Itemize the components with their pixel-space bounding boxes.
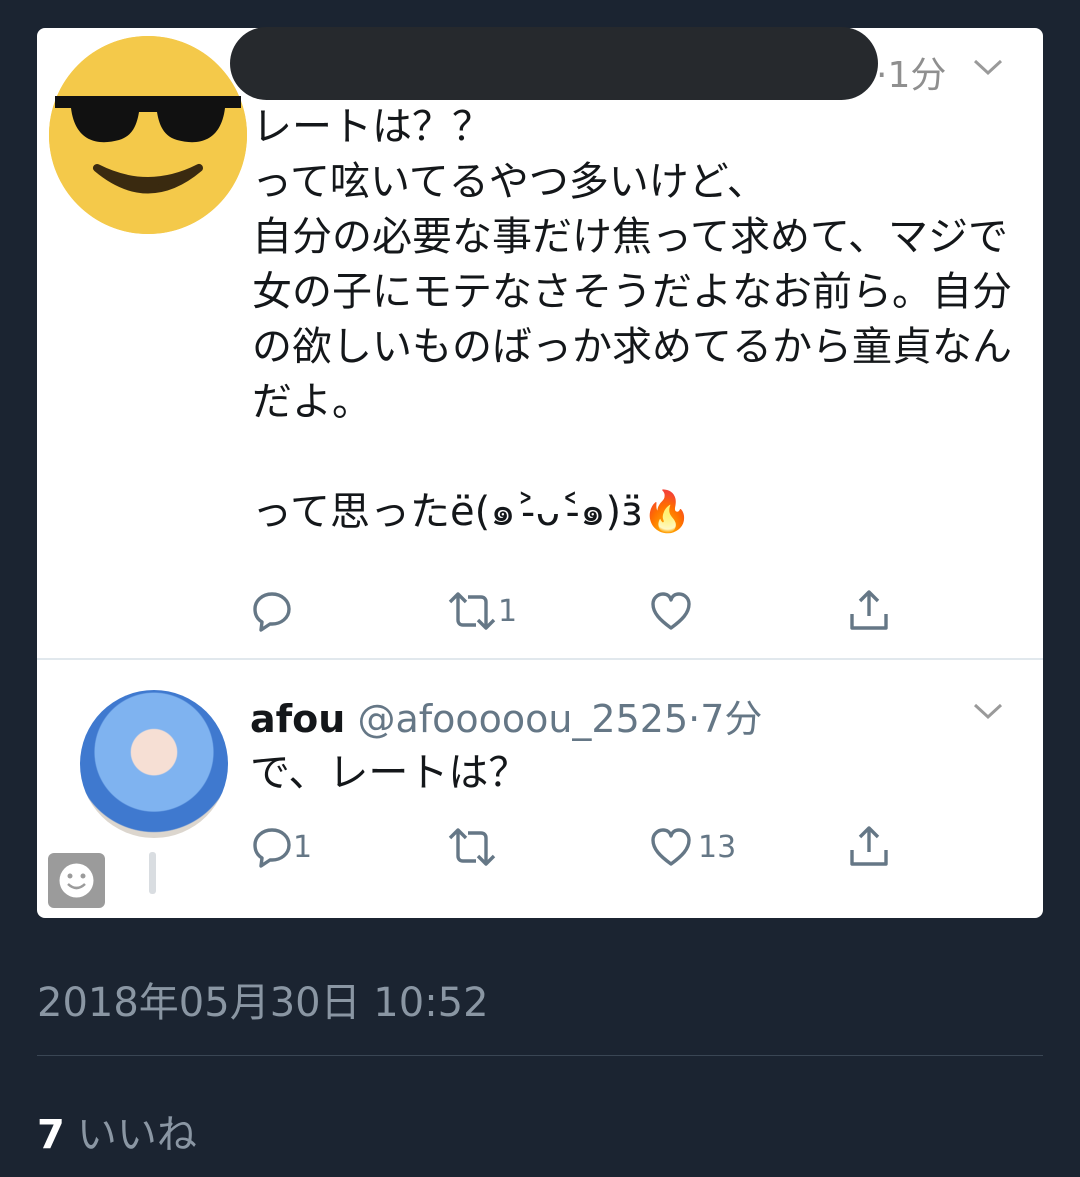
- emoji-button[interactable]: [48, 853, 105, 908]
- share-icon: [850, 826, 888, 866]
- share-button[interactable]: [848, 824, 890, 868]
- share-icon: [850, 590, 888, 630]
- retweet-count: 1: [498, 593, 518, 629]
- retweet-icon: [448, 828, 496, 866]
- retweet-button[interactable]: [446, 826, 498, 868]
- like-total: 7: [37, 1112, 65, 1158]
- reply-header: afou @afooooou_2525·7分: [250, 688, 762, 743]
- retweet-button[interactable]: 1: [446, 590, 517, 632]
- sunglasses-face-icon: [49, 36, 247, 234]
- tweet-date: 2018年05月30日 10:52: [37, 980, 489, 1026]
- reply-icon: [253, 592, 291, 632]
- reply-count: 1: [293, 829, 313, 865]
- divider: [37, 658, 1043, 660]
- smiley-icon: [59, 863, 94, 898]
- tweet-time: ·1分: [876, 55, 947, 96]
- tweet-text: レートは？？ って呟いてるやつ多いけど、 自分の必要な事だけ焦って求めて、マジで…: [252, 104, 1012, 535]
- reply-time: ·7分: [688, 697, 763, 741]
- likes-summary[interactable]: 7 いいね: [37, 1102, 197, 1160]
- divider: [37, 1055, 1043, 1056]
- avatar[interactable]: [80, 690, 228, 838]
- like-count: 13: [698, 829, 737, 865]
- retweet-icon: [448, 592, 496, 630]
- heart-icon: [651, 592, 691, 630]
- heart-icon: [651, 828, 691, 866]
- redacted-name-bar: [230, 27, 878, 100]
- user-handle[interactable]: @afooooou_2525: [357, 697, 688, 741]
- like-label: いいね: [76, 1112, 197, 1158]
- user-name[interactable]: afou: [250, 697, 345, 741]
- reply-text: で、レートは？: [250, 750, 529, 796]
- like-button[interactable]: [650, 590, 692, 632]
- thread-line: [149, 852, 156, 894]
- chevron-down-icon[interactable]: [972, 700, 1004, 726]
- reply-icon: [253, 828, 291, 868]
- share-button[interactable]: [848, 588, 890, 632]
- reply-button[interactable]: [251, 590, 293, 632]
- avatar[interactable]: [49, 36, 247, 234]
- like-button[interactable]: 13: [650, 826, 736, 868]
- reply-button[interactable]: 1: [251, 826, 312, 868]
- chevron-down-icon[interactable]: [972, 56, 1004, 82]
